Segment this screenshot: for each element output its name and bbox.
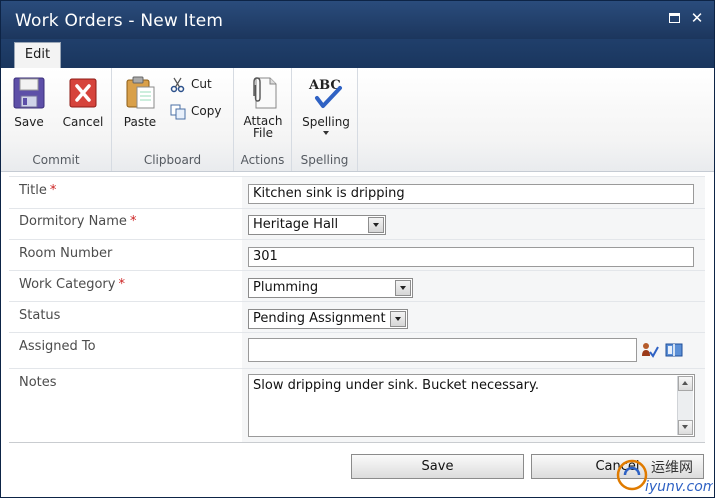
- dialog-window: Work Orders - New Item ✕ Edit Save Cance…: [0, 0, 715, 498]
- paperclip-icon: [253, 77, 277, 109]
- title-input[interactable]: Kitchen sink is dripping: [248, 184, 694, 204]
- status-label: Status: [19, 308, 61, 323]
- form-row-status: Status Pending Assignment: [9, 301, 705, 332]
- paste-button[interactable]: Paste: [118, 76, 162, 129]
- paste-label: Paste: [123, 115, 157, 129]
- form-divider: [9, 442, 705, 443]
- address-book-icon[interactable]: [665, 343, 683, 357]
- dormitory-select[interactable]: Heritage Hall: [248, 215, 386, 235]
- form-row-category: Work Category * Plumming: [9, 270, 705, 301]
- chevron-down-icon: [395, 280, 411, 296]
- notes-scrollbar[interactable]: [677, 376, 693, 435]
- commit-group-label: Commit: [32, 153, 80, 167]
- scroll-down-icon[interactable]: [678, 420, 693, 435]
- form-row-dormitory: Dormitory Name * Heritage Hall: [9, 208, 705, 239]
- close-icon[interactable]: ✕: [690, 11, 704, 26]
- ribbon-group-commit: Save Cancel Commit: [1, 68, 112, 171]
- save-ribbon-label: Save: [14, 115, 44, 129]
- cancel-ribbon-button[interactable]: Cancel: [61, 76, 105, 129]
- scroll-up-icon[interactable]: [678, 376, 693, 391]
- cancel-ribbon-label: Cancel: [62, 115, 104, 129]
- watermark-text: 运维网: [651, 460, 693, 476]
- spelling-label: Spelling: [302, 115, 350, 129]
- form-row-assigned: Assigned To: [9, 332, 705, 368]
- title-bar: Work Orders - New Item ✕: [1, 1, 714, 39]
- ribbon: Save Cancel Commit Paste Cut Copy Clipbo…: [1, 68, 714, 172]
- assigned-to-input[interactable]: [248, 338, 637, 362]
- attach-label-line2: File: [252, 126, 274, 140]
- copy-label: Copy: [191, 104, 222, 118]
- room-number-input[interactable]: 301: [248, 247, 694, 267]
- save-ribbon-button[interactable]: Save: [7, 76, 51, 129]
- copy-icon: [170, 104, 186, 119]
- room-number-label: Room Number: [19, 246, 113, 261]
- status-select[interactable]: Pending Assignment: [248, 309, 408, 329]
- form-row-room: Room Number 301: [9, 239, 705, 270]
- site-watermark-logo: 运维网 iyunv.com: [616, 459, 713, 495]
- dialog-title: Work Orders - New Item: [15, 11, 224, 31]
- attach-file-button[interactable]: Attach File: [241, 76, 285, 139]
- ribbon-group-clipboard: Paste Cut Copy Clipboard: [112, 68, 234, 171]
- notes-textarea[interactable]: Slow dripping under sink. Bucket necessa…: [248, 374, 695, 437]
- ribbon-group-actions: Attach File Actions: [234, 68, 292, 171]
- tab-edit[interactable]: Edit: [14, 42, 61, 68]
- check-names-icon[interactable]: [641, 342, 659, 358]
- cut-button[interactable]: Cut: [170, 74, 212, 94]
- assigned-to-label: Assigned To: [19, 339, 96, 354]
- spelling-group-label: Spelling: [300, 153, 349, 167]
- new-item-form: Title * Kitchen sink is dripping Dormitor…: [1, 172, 714, 497]
- spelling-button[interactable]: ABC Spelling: [298, 76, 354, 135]
- paste-clipboard-icon: [126, 76, 155, 109]
- spell-check-abc-icon: ABC: [308, 78, 342, 108]
- save-button[interactable]: Save: [351, 454, 524, 479]
- clipboard-group-label: Clipboard: [143, 153, 202, 167]
- floppy-disk-icon: [13, 77, 45, 109]
- ribbon-group-spelling: ABC Spelling Spelling: [292, 68, 358, 171]
- work-category-select[interactable]: Plumming: [248, 278, 413, 298]
- form-row-title: Title * Kitchen sink is dripping: [9, 176, 705, 208]
- notes-text: Slow dripping under sink. Bucket necessa…: [253, 378, 539, 393]
- actions-group-label: Actions: [240, 153, 285, 167]
- form-row-notes: Notes Slow dripping under sink. Bucket n…: [9, 368, 705, 442]
- chevron-down-icon: [390, 311, 406, 327]
- work-category-label: Work Category *: [19, 277, 125, 292]
- chevron-down-icon: [368, 217, 384, 233]
- scissors-icon: [170, 77, 185, 92]
- dormitory-label: Dormitory Name *: [19, 214, 137, 229]
- watermark-subtext: iyunv.com: [645, 479, 713, 495]
- notes-label: Notes: [19, 375, 57, 390]
- spelling-dropdown-arrow-icon: [323, 131, 329, 135]
- title-label: Title *: [19, 183, 57, 198]
- ribbon-tab-strip: Edit: [1, 39, 714, 68]
- cancel-x-icon: [69, 78, 97, 108]
- cut-label: Cut: [191, 77, 212, 91]
- maximize-icon[interactable]: [668, 11, 682, 25]
- copy-button[interactable]: Copy: [170, 101, 221, 121]
